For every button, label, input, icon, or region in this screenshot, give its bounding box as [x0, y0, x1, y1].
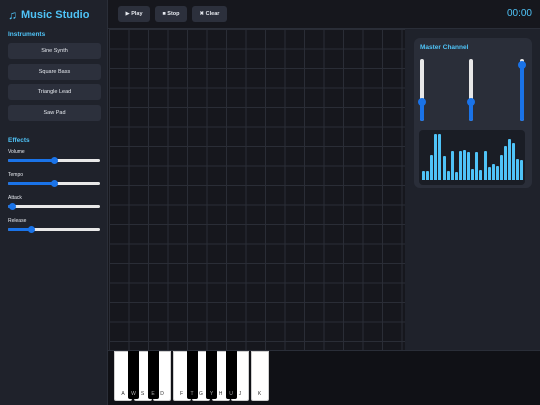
visualizer-bar: [487, 167, 491, 180]
key-label: K: [257, 391, 262, 397]
effects-title: Effects: [8, 137, 30, 144]
instruments-title: Instruments: [8, 31, 46, 38]
instrument-button-triangle-lead[interactable]: Triangle Lead: [8, 84, 101, 100]
master-channel-title: Master Channel: [420, 44, 469, 51]
effect-label-release: Release: [8, 218, 27, 224]
visualizer-bar: [491, 163, 495, 180]
visualizer-bar: [467, 152, 471, 180]
fader-thumb[interactable]: [518, 61, 526, 70]
visualizer-bar: [430, 154, 434, 180]
piano-black-key[interactable]: U: [225, 351, 237, 399]
effect-label-volume: Volume: [8, 149, 25, 155]
slider-thumb[interactable]: [9, 203, 17, 210]
visualizer-bar: [438, 134, 442, 180]
sequencer-grid[interactable]: [109, 29, 405, 350]
tempo-slider[interactable]: [8, 180, 100, 187]
visualizer-bar: [446, 170, 450, 180]
visualizer-bar: [434, 134, 438, 180]
key-label: T: [190, 391, 194, 397]
sidebar: ♫ Music Studio Instruments Sine Synth Sq…: [0, 0, 108, 405]
volume-slider[interactable]: [8, 157, 100, 164]
play-button[interactable]: ▶ Play: [118, 6, 150, 22]
visualizer-bar: [442, 156, 446, 180]
visualizer-bar: [499, 154, 503, 180]
visualizer-bar: [495, 166, 499, 180]
piano-black-key[interactable]: E: [147, 351, 159, 399]
visualizer-bar: [483, 151, 487, 180]
visualizer-bar: [463, 150, 466, 180]
visualizer-bar: [479, 169, 483, 180]
key-label: Y: [209, 391, 214, 397]
piano-keyboard: ASDFGHJKWETYU: [108, 350, 540, 405]
key-label: U: [229, 391, 233, 397]
visualizer-bar: [504, 145, 507, 180]
channel-fader-2[interactable]: [467, 59, 475, 121]
visualizer-bar: [422, 170, 425, 180]
visualizer-bar: [426, 170, 430, 180]
visualizer-bar: [458, 151, 462, 180]
right-panel: Master Channel: [405, 29, 540, 350]
visualizer-bar: [450, 151, 454, 180]
effect-label-tempo: Tempo: [8, 172, 24, 178]
visualizer-bar: [475, 152, 479, 180]
visualizer-bar: [471, 168, 475, 180]
instrument-button-sine-synth[interactable]: Sine Synth: [8, 43, 101, 59]
music-note-icon: ♫: [8, 8, 17, 22]
instrument-button-square-bass[interactable]: Square Bass: [8, 64, 101, 80]
slider-thumb[interactable]: [50, 180, 58, 187]
visualizer-bar: [512, 143, 516, 180]
toolbar: ▶ Play ■ Stop ✖ Clear 00:00: [108, 0, 540, 29]
master-channel-card: Master Channel: [414, 38, 532, 188]
visualizer-bar: [516, 159, 520, 180]
visualizer-bar: [454, 171, 458, 180]
stop-button[interactable]: ■ Stop: [155, 6, 187, 22]
channel-fader-1[interactable]: [418, 59, 426, 121]
app-logo: ♫ Music Studio: [8, 7, 89, 23]
piano-black-key[interactable]: Y: [206, 351, 217, 399]
channel-fader-3[interactable]: [518, 59, 526, 121]
piano-white-key[interactable]: K: [250, 351, 269, 401]
visualizer-bar: [520, 160, 524, 180]
slider-thumb[interactable]: [28, 226, 36, 233]
audio-visualizer: [419, 130, 525, 185]
key-label: E: [151, 391, 155, 397]
visualizer-bar: [508, 138, 512, 180]
release-slider[interactable]: [8, 226, 100, 233]
piano-black-key[interactable]: W: [128, 351, 139, 399]
piano-black-key[interactable]: T: [186, 351, 198, 399]
app-window: ♫ Music Studio Instruments Sine Synth Sq…: [0, 0, 540, 405]
clear-button[interactable]: ✖ Clear: [192, 6, 227, 22]
effect-label-attack: Attack: [8, 195, 22, 201]
app-title: Music Studio: [21, 9, 90, 21]
slider-thumb[interactable]: [50, 157, 58, 164]
attack-slider[interactable]: [8, 203, 100, 210]
playback-timer: 00:00: [506, 8, 532, 19]
instrument-button-saw-pad[interactable]: Saw Pad: [8, 105, 101, 121]
fader-thumb[interactable]: [418, 98, 426, 107]
fader-thumb[interactable]: [467, 98, 475, 107]
key-label: W: [131, 391, 136, 397]
